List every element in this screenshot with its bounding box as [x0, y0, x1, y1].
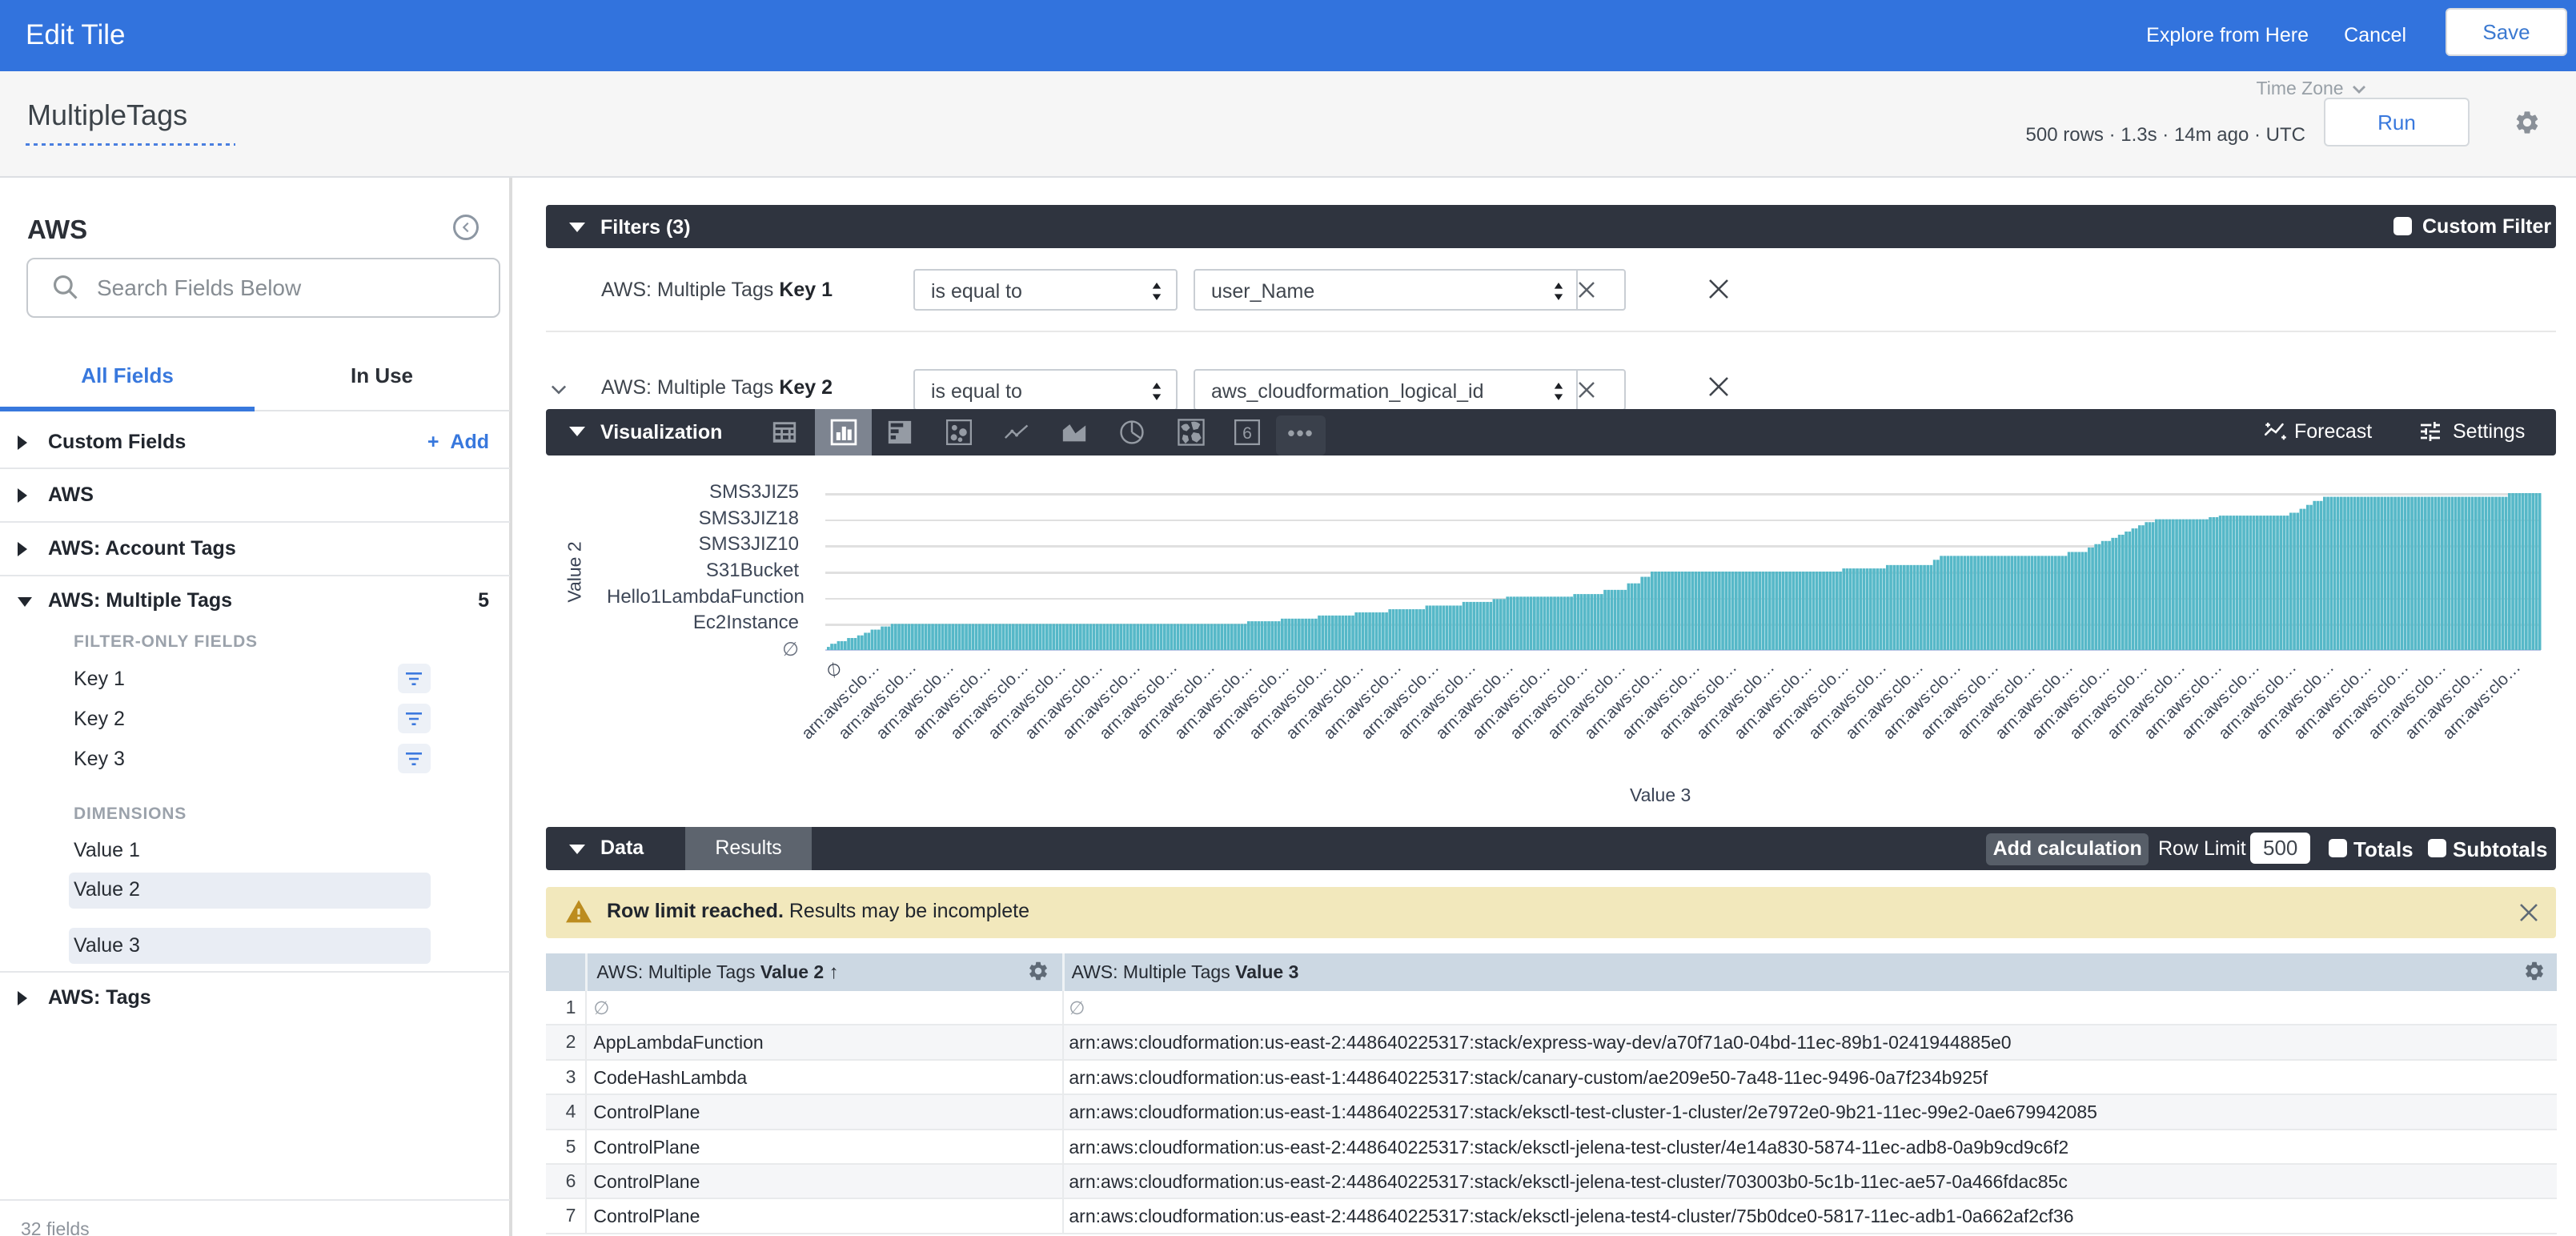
svg-text:6: 6 — [1242, 423, 1252, 443]
